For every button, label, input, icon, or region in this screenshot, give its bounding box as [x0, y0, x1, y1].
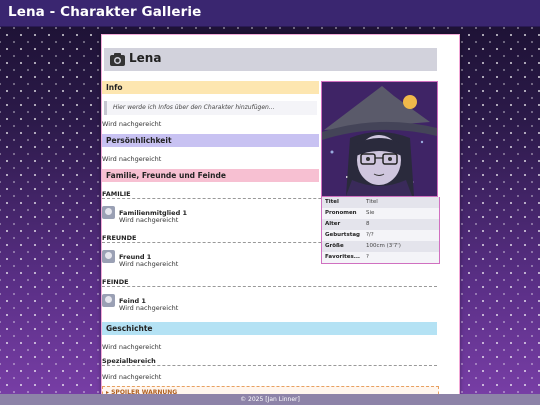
window-title: Lena - Charakter Gallerie	[8, 4, 202, 20]
infobox-key: Alter	[325, 221, 341, 227]
feinde-label: FEINDE	[102, 278, 129, 286]
infobox-value: ?	[366, 254, 369, 260]
family-member-status: Wird nachgereicht	[119, 216, 179, 224]
camera-icon	[110, 53, 125, 66]
section-family-title: Familie, Freunde und Feinde	[106, 171, 226, 180]
infobox-key: Geburtstag	[325, 232, 360, 238]
infobox-value: Titel	[366, 199, 378, 205]
character-portrait	[321, 81, 438, 197]
section-personality-title: Persönhlichkeit	[106, 136, 172, 145]
user-avatar-icon	[102, 206, 115, 219]
section-history-title: Geschichte	[106, 324, 153, 333]
infobox-key: Größe	[325, 243, 344, 249]
friend-status: Wird nachgereicht	[119, 260, 179, 268]
special-divider	[102, 365, 437, 366]
section-info-title: Info	[106, 83, 123, 92]
infobox-key: Titel	[325, 199, 339, 205]
infobox-row: Größe 100cm (3'7')	[322, 241, 439, 252]
personality-text: Wird nachgereicht	[102, 155, 162, 163]
infobox-row: Titel Titel	[322, 197, 439, 208]
character-name: Lena	[129, 51, 162, 65]
user-avatar-icon	[102, 294, 115, 307]
freunde-label: FREUNDE	[102, 234, 137, 242]
info-quote-text: Hier werde ich Infos über den Charakter …	[113, 104, 275, 111]
infobox-key: Favorites...	[325, 254, 361, 260]
info-quote: Hier werde ich Infos über den Charakter …	[104, 101, 317, 115]
infobox-row: Alter 8	[322, 219, 439, 230]
page-footer: © 2025 [Jan Linner]	[0, 394, 540, 405]
special-text: Wird nachgereicht	[102, 373, 162, 381]
special-label: Spezialbereich	[102, 357, 156, 365]
footer-copyright: © 2025 [Jan Linner]	[240, 396, 300, 403]
infobox-row: Favorites... ?	[322, 252, 439, 263]
enemy-status: Wird nachgereicht	[119, 304, 179, 312]
infobox-value: 8	[366, 221, 370, 227]
feinde-divider	[102, 286, 437, 287]
character-card: Lena Info Hier werde ich Infos über den …	[101, 34, 460, 402]
family-member: Familienmitglied 1 Wird nachgereicht	[102, 206, 302, 226]
friend-member: Freund 1 Wird nachgereicht	[102, 250, 302, 270]
infobox-row: Geburtstag ?/?	[322, 230, 439, 241]
section-family-header: Familie, Freunde und Feinde	[102, 169, 319, 182]
infobox-row: Pronomen Sie	[322, 208, 439, 219]
infobox-value: Sie	[366, 210, 375, 216]
user-avatar-icon	[102, 250, 115, 263]
infobox-value: ?/?	[366, 232, 374, 238]
portrait-illustration	[322, 82, 437, 196]
enemy-member: Feind 1 Wird nachgereicht	[102, 294, 302, 314]
section-info-header: Info	[102, 81, 319, 94]
history-text: Wird nachgereicht	[102, 343, 162, 351]
section-history-header: Geschichte	[102, 322, 437, 335]
info-text: Wird nachgereicht	[102, 120, 162, 128]
infobox-value: 100cm (3'7')	[366, 243, 401, 249]
character-infobox: Titel Titel Pronomen Sie Alter 8 Geburts…	[321, 197, 440, 264]
infobox-key: Pronomen	[325, 210, 357, 216]
section-personality-header: Persönhlichkeit	[102, 134, 319, 147]
title-bar: Lena - Charakter Gallerie	[0, 0, 540, 27]
familie-label: FAMILIE	[102, 190, 131, 198]
character-header: Lena	[104, 48, 437, 71]
